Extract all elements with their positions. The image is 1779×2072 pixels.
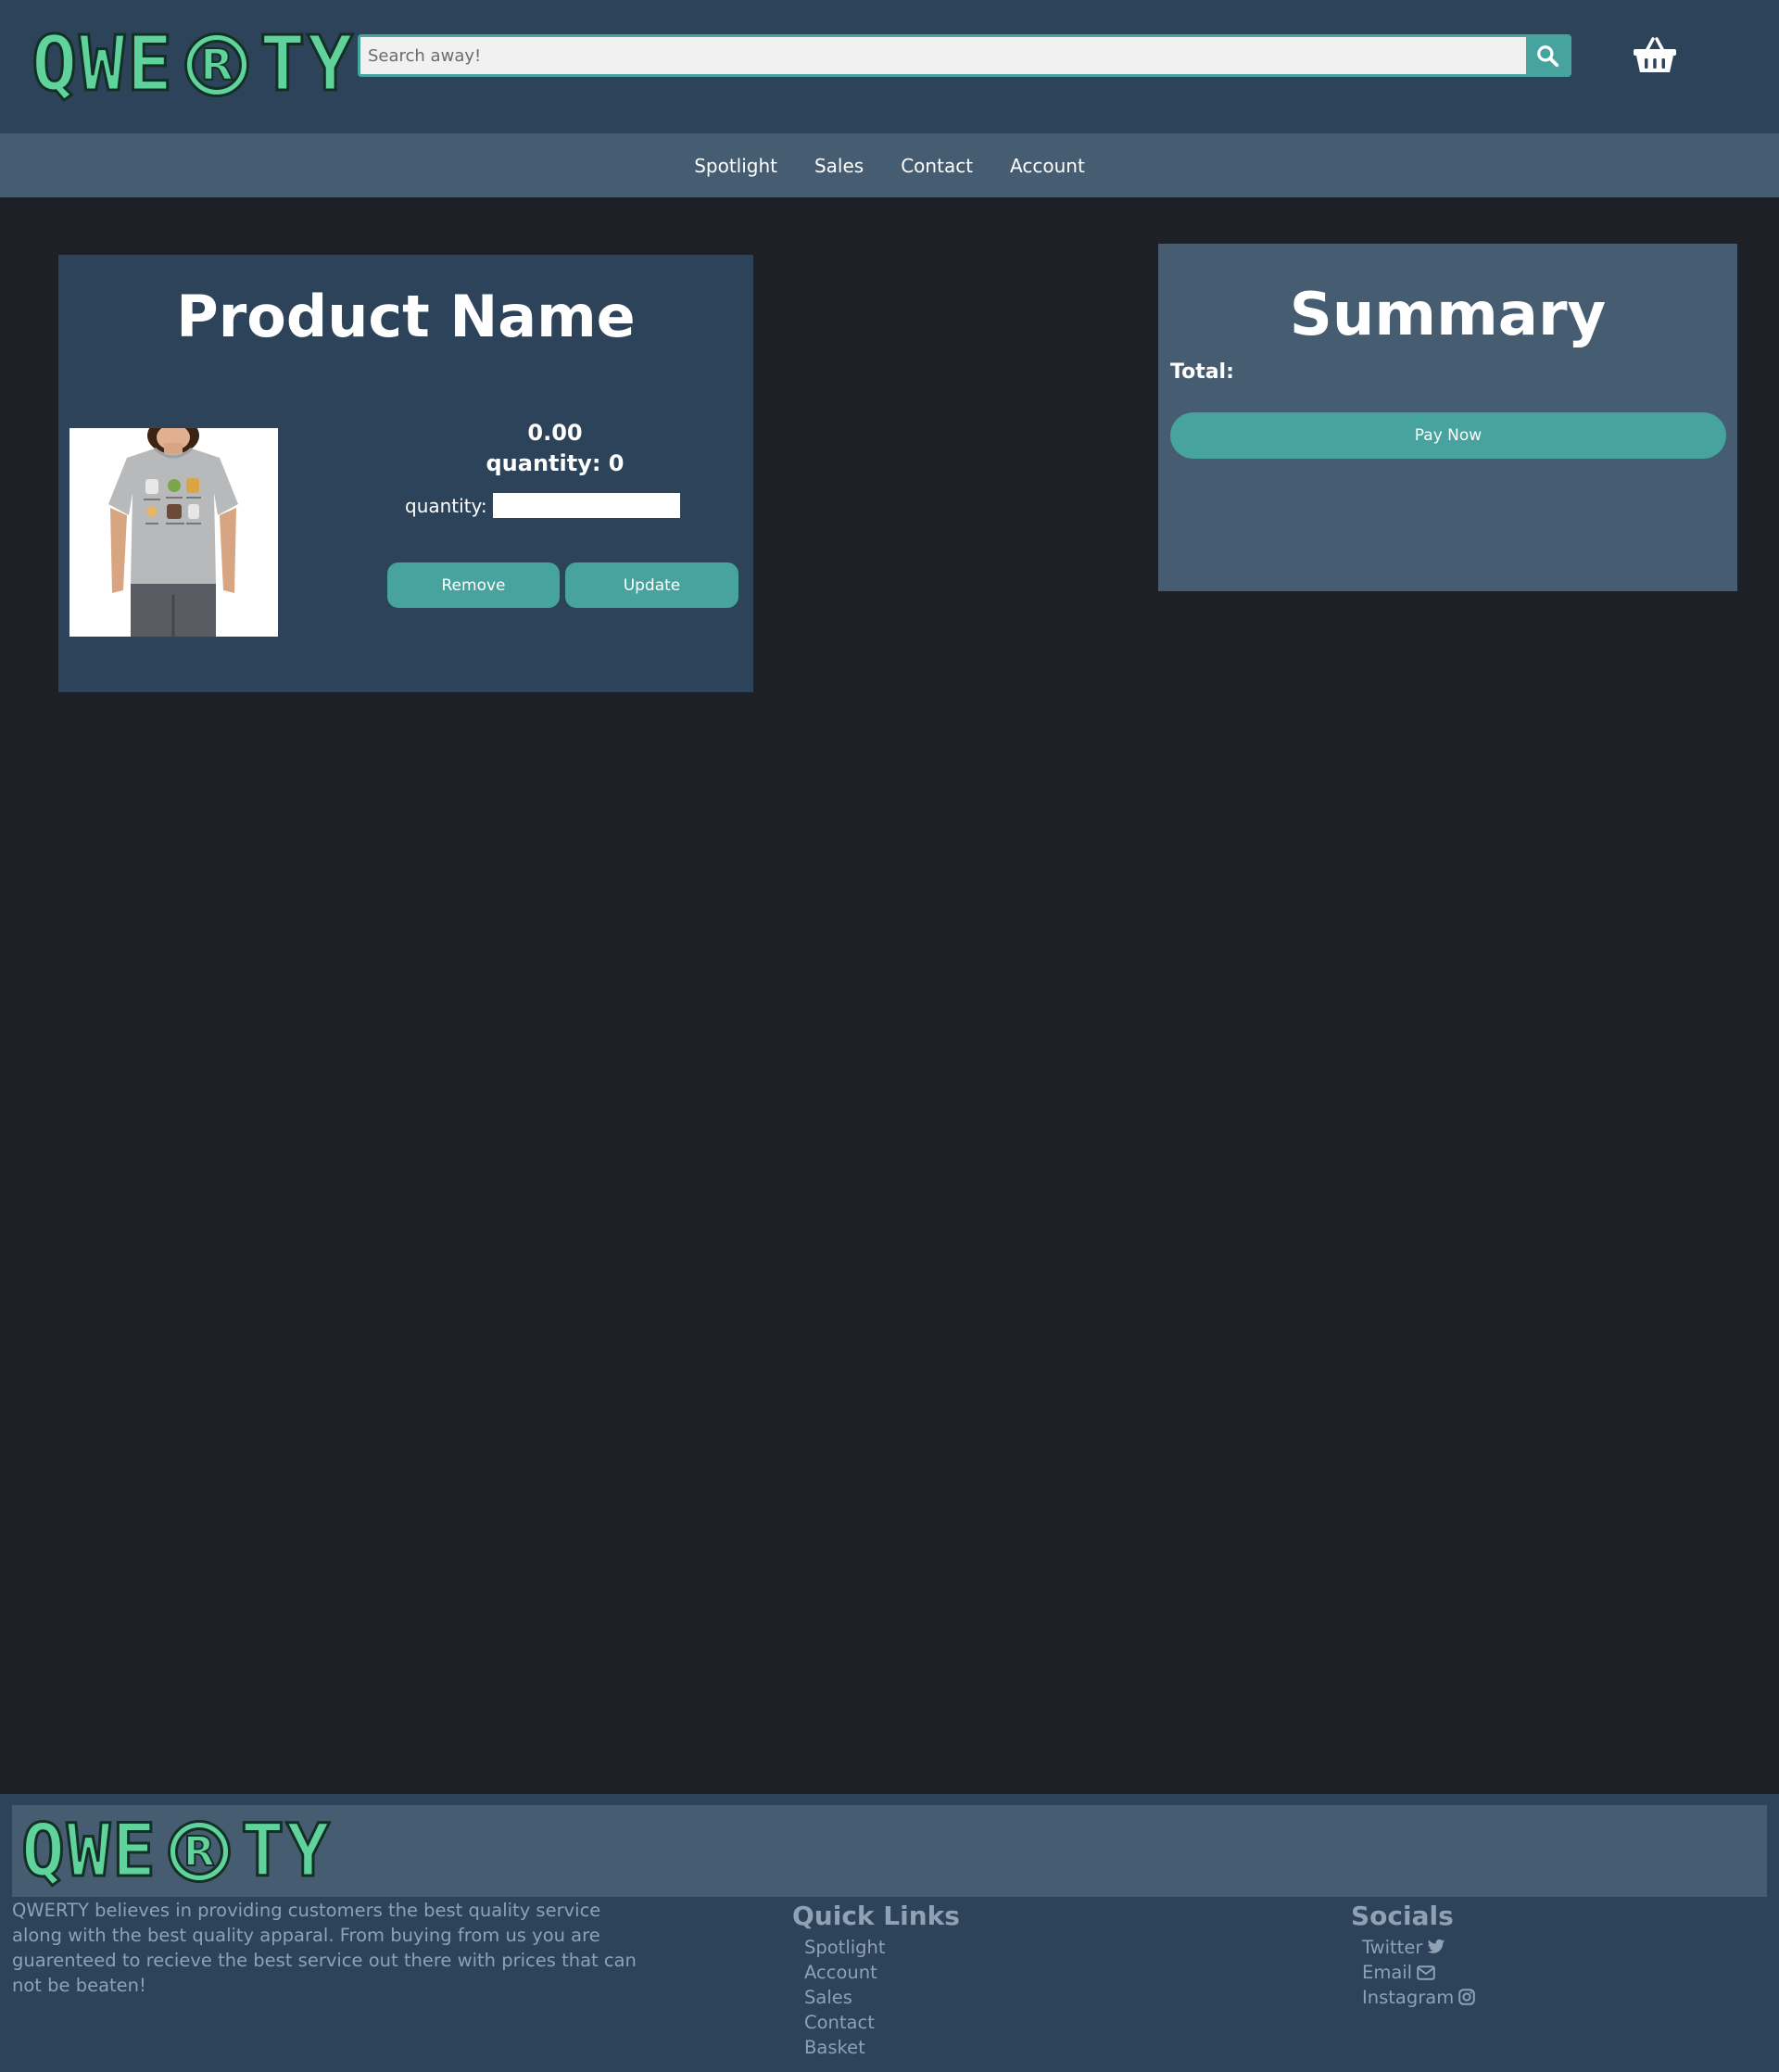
remove-button[interactable]: Remove xyxy=(387,562,560,608)
social-link-twitter[interactable]: Twitter xyxy=(1362,1937,1445,1958)
logo-letter: Q xyxy=(30,20,80,108)
social-link-label: Email xyxy=(1362,1962,1413,1983)
social-link-label: Instagram xyxy=(1362,1987,1455,2008)
logo-letter: T xyxy=(259,20,308,108)
footer-link-sales[interactable]: Sales xyxy=(804,1987,852,2008)
socials-list: Twitter Email Instagram xyxy=(1362,1935,1476,2010)
logo-letter: Y xyxy=(284,1810,332,1893)
twitter-icon xyxy=(1428,1939,1445,1953)
footer-link-spotlight[interactable]: Spotlight xyxy=(804,1937,886,1958)
footer-link-contact[interactable]: Contact xyxy=(804,2012,875,2033)
logo-letter: T xyxy=(239,1810,286,1893)
logo-letter: W xyxy=(78,20,127,108)
product-name: Product Name xyxy=(176,283,636,350)
product-image xyxy=(69,428,278,637)
search-input[interactable] xyxy=(360,37,1526,74)
nav-item-sales[interactable]: Sales xyxy=(814,155,864,177)
quick-links-title: Quick Links xyxy=(792,1901,960,1931)
nav-item-spotlight[interactable]: Spotlight xyxy=(694,155,777,177)
logo-letter: Y xyxy=(306,20,355,108)
quantity-input[interactable] xyxy=(492,493,680,518)
footer-about-text: QWERTY believes in providing customers t… xyxy=(12,1900,637,1996)
social-link-email[interactable]: Email xyxy=(1362,1962,1435,1983)
footer-logo-band: Q W E R T Y xyxy=(12,1805,1767,1897)
product-price-block: 0.00 quantity: 0 xyxy=(462,418,648,479)
registered-mark-icon: R xyxy=(187,35,247,95)
summary-panel: Summary Total: Pay Now xyxy=(1158,244,1737,591)
main-nav: Spotlight Sales Contact Account xyxy=(0,133,1779,197)
total-label: Total: xyxy=(1170,360,1234,384)
search-button[interactable] xyxy=(1526,37,1569,74)
footer: Q W E R T Y QWERTY believes in providing… xyxy=(0,1794,1779,2072)
nav-item-contact[interactable]: Contact xyxy=(901,155,973,177)
footer-link-account[interactable]: Account xyxy=(804,1962,877,1983)
brand-logo[interactable]: Q W E R T Y xyxy=(30,20,355,108)
quantity-label: quantity: xyxy=(405,494,487,517)
product-quantity-display: quantity: 0 xyxy=(486,450,625,476)
registered-mark-icon: R xyxy=(170,1823,228,1880)
search-bar xyxy=(358,34,1571,77)
social-link-instagram[interactable]: Instagram xyxy=(1362,1987,1476,2008)
quick-links-list: Spotlight Account Sales Contact Basket xyxy=(804,1935,886,2060)
basket-icon[interactable] xyxy=(1633,35,1677,74)
search-icon xyxy=(1537,45,1559,68)
basket-item-card: Product Name 0.00 quantity: 0 quantity: … xyxy=(58,255,753,692)
social-link-label: Twitter xyxy=(1362,1937,1423,1958)
socials-title: Socials xyxy=(1351,1901,1454,1931)
footer-brand-logo[interactable]: Q W E R T Y xyxy=(20,1810,332,1893)
header: Q W E R T Y xyxy=(0,0,1779,133)
logo-letter: Q xyxy=(20,1810,67,1893)
footer-link-basket[interactable]: Basket xyxy=(804,2037,865,2058)
logo-letter: E xyxy=(110,1810,158,1893)
summary-title: Summary xyxy=(1289,281,1607,349)
nav-item-account[interactable]: Account xyxy=(1010,155,1085,177)
pay-now-button[interactable]: Pay Now xyxy=(1170,412,1726,459)
envelope-icon xyxy=(1417,1965,1435,1980)
logo-letter: W xyxy=(65,1810,112,1893)
quantity-row: quantity: xyxy=(405,493,680,518)
update-button[interactable]: Update xyxy=(565,562,738,608)
logo-letter: E xyxy=(125,20,175,108)
product-price: 0.00 xyxy=(527,420,583,446)
instagram-icon xyxy=(1458,1989,1476,2005)
